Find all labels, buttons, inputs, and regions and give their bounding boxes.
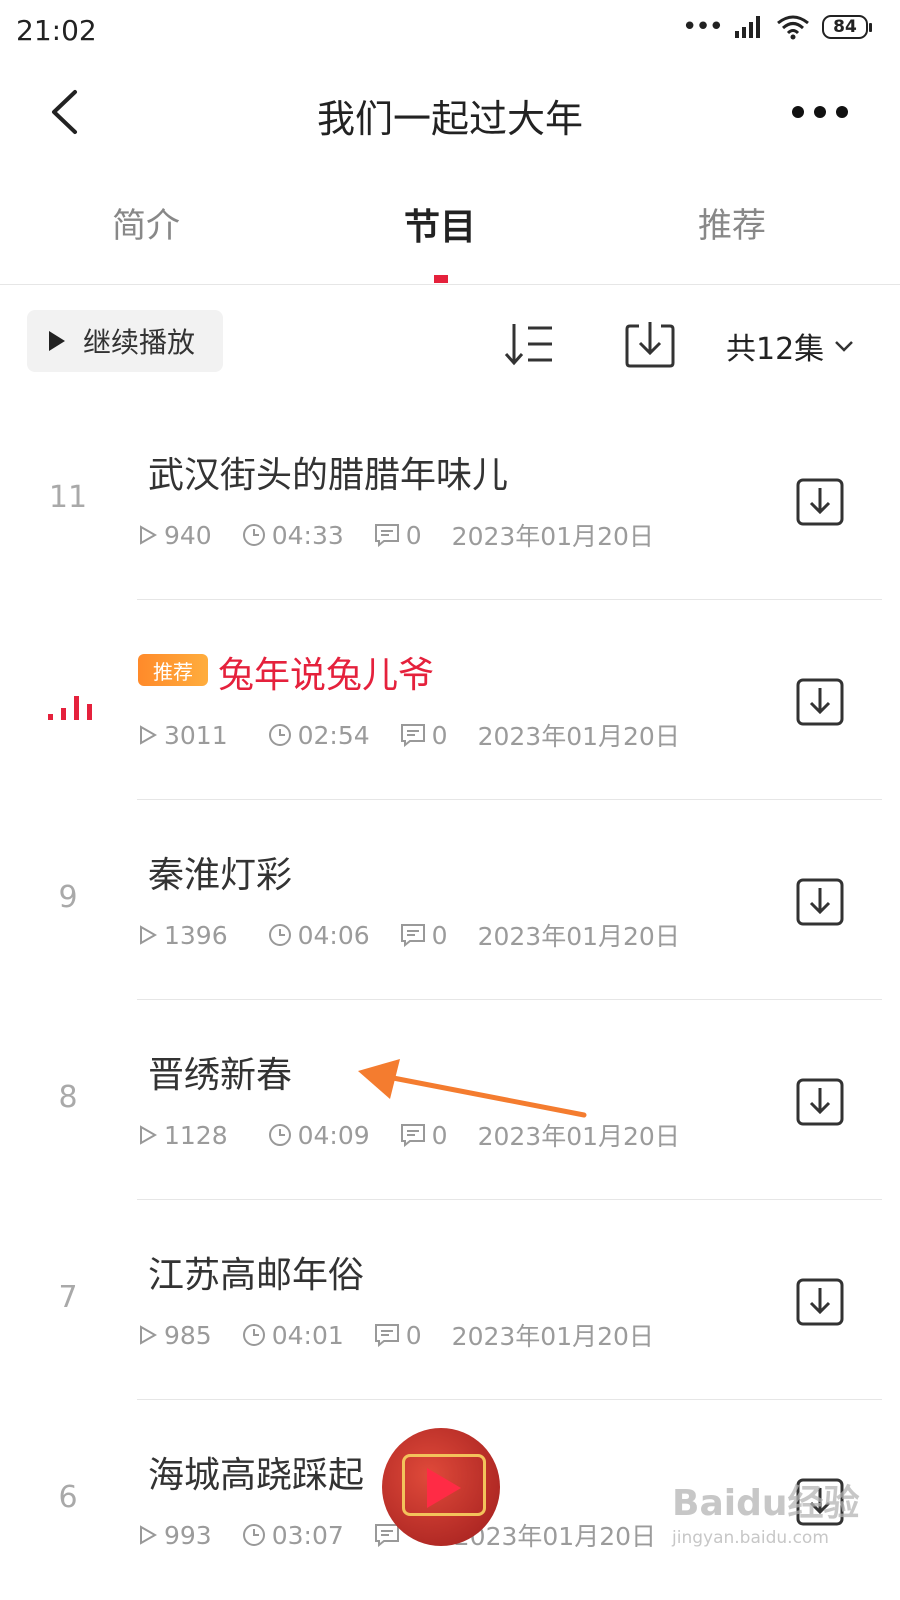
clock-icon — [242, 524, 265, 546]
episode-title: 海城高跷踩起 — [148, 1455, 365, 1496]
clock-icon — [268, 1124, 291, 1146]
comment-count: 0 — [431, 920, 448, 950]
chevron-down-icon — [835, 341, 854, 352]
clock-icon — [242, 1324, 265, 1346]
download-icon[interactable] — [792, 674, 848, 730]
watermark-brand: Baidu经验 — [672, 1483, 860, 1524]
publish-date: 2023年01月20日 — [451, 522, 654, 551]
episode-number: 8 — [58, 1080, 78, 1115]
play-count-icon — [140, 1125, 158, 1145]
play-count: 1396 — [164, 920, 228, 950]
floating-mini-player[interactable] — [382, 1428, 500, 1546]
episode-title: 秦淮灯彩 — [148, 855, 293, 896]
play-count-icon — [140, 1325, 158, 1345]
clock-icon — [268, 724, 291, 746]
more-options-button[interactable] — [780, 86, 860, 138]
comment-count: 0 — [405, 520, 422, 550]
play-count: 1128 — [164, 1120, 228, 1150]
duration: 04:33 — [271, 520, 344, 550]
play-count: 993 — [164, 1520, 212, 1550]
episode-number: 9 — [58, 880, 78, 915]
download-icon[interactable] — [792, 874, 848, 930]
episode-list: 11 武汉街头的腊腊年味儿 940 04:33 0 2023年01月20日 推荐… — [0, 400, 900, 1600]
episode-meta: 985 04:01 0 2023年01月20日 — [138, 1318, 684, 1352]
duration: 03:07 — [271, 1520, 344, 1550]
comment-icon — [374, 1324, 399, 1347]
play-icon — [427, 1468, 461, 1508]
now-playing-icon — [48, 696, 92, 720]
more-dot-icon — [814, 106, 826, 118]
page-title: 我们一起过大年 — [316, 97, 583, 141]
header: 我们一起过大年 — [0, 62, 900, 162]
more-dot-icon — [792, 106, 804, 118]
publish-date: 2023年01月20日 — [451, 1322, 654, 1351]
batch-download-button[interactable] — [622, 316, 678, 372]
download-icon[interactable] — [792, 474, 848, 530]
play-icon — [49, 331, 65, 351]
comment-count: 0 — [431, 720, 448, 750]
sort-order-icon — [504, 324, 552, 366]
battery-level: 84 — [833, 17, 857, 37]
episode-number: 6 — [58, 1480, 78, 1515]
play-count: 3011 — [164, 720, 228, 750]
play-count-icon — [140, 925, 158, 945]
play-count: 985 — [164, 1320, 212, 1350]
recommend-badge: 推荐 — [138, 654, 208, 686]
signal-icon — [735, 16, 760, 38]
comment-count: 0 — [405, 1320, 422, 1350]
more-notifications-icon: ••• — [681, 12, 724, 42]
episode-count-label: 共12集 — [726, 332, 825, 367]
list-item[interactable]: 7 江苏高邮年俗 985 04:01 0 2023年01月20日 — [0, 1200, 900, 1400]
list-toolbar: 继续播放 共12集 — [0, 300, 900, 390]
list-item[interactable]: 推荐 兔年说兔儿爷 3011 02:54 0 2023年01月20日 — [0, 600, 900, 800]
comment-icon — [400, 924, 425, 947]
tab-bar: 简介 节目 推荐 — [0, 162, 900, 285]
comment-icon — [400, 724, 425, 747]
battery-icon: 84 — [822, 15, 872, 39]
episode-title: 江苏高邮年俗 — [148, 1255, 365, 1296]
play-count: 940 — [164, 520, 212, 550]
duration: 04:01 — [271, 1320, 344, 1350]
duration: 04:06 — [297, 920, 370, 950]
tab-recommend[interactable]: 推荐 — [698, 198, 766, 247]
publish-date: 2023年01月20日 — [477, 922, 680, 951]
list-item[interactable]: 11 武汉街头的腊腊年味儿 940 04:33 0 2023年01月20日 — [0, 400, 900, 600]
sort-button[interactable] — [500, 316, 560, 372]
play-count-icon — [140, 725, 158, 745]
status-icons: ••• 84 — [681, 12, 872, 42]
episode-title: 武汉街头的腊腊年味儿 — [148, 455, 509, 496]
episode-meta: 1396 04:06 0 2023年01月20日 — [138, 918, 710, 952]
continue-play-button[interactable]: 继续播放 — [27, 310, 223, 372]
duration: 02:54 — [297, 720, 370, 750]
clock-icon — [242, 1524, 265, 1546]
watermark-url: jingyan.baidu.com — [672, 1528, 829, 1548]
download-icon[interactable] — [792, 1074, 848, 1130]
watermark: Baidu经验 jingyan.baidu.com — [672, 1474, 859, 1548]
episode-title: 兔年说兔儿爷 — [218, 655, 435, 696]
publish-date: 2023年01月20日 — [477, 722, 680, 751]
episode-title: 晋绣新春 — [148, 1055, 293, 1096]
download-icon[interactable] — [792, 1274, 848, 1330]
status-bar: 21:02 ••• 84 — [0, 0, 900, 62]
episode-meta: 3011 02:54 0 2023年01月20日 — [138, 718, 710, 752]
status-time: 21:02 — [16, 14, 97, 47]
list-item[interactable]: 9 秦淮灯彩 1396 04:06 0 2023年01月20日 — [0, 800, 900, 1000]
episode-meta: 940 04:33 0 2023年01月20日 — [138, 518, 684, 552]
tab-intro[interactable]: 简介 — [112, 198, 180, 247]
active-tab-indicator — [434, 275, 448, 283]
episode-number: 11 — [48, 480, 88, 515]
episode-count-dropdown[interactable]: 共12集 — [726, 324, 854, 368]
comment-icon — [374, 524, 399, 547]
comment-icon — [374, 1524, 399, 1547]
download-icon — [625, 322, 675, 368]
annotation-arrow-icon — [358, 1059, 587, 1118]
tab-programs[interactable]: 节目 — [404, 198, 476, 250]
wifi-icon — [777, 15, 809, 40]
episode-number: 7 — [58, 1280, 78, 1315]
more-dot-icon — [836, 106, 848, 118]
play-count-icon — [140, 1525, 158, 1545]
clock-icon — [268, 924, 291, 946]
play-count-icon — [140, 525, 158, 545]
continue-play-label: 继续播放 — [83, 326, 196, 359]
